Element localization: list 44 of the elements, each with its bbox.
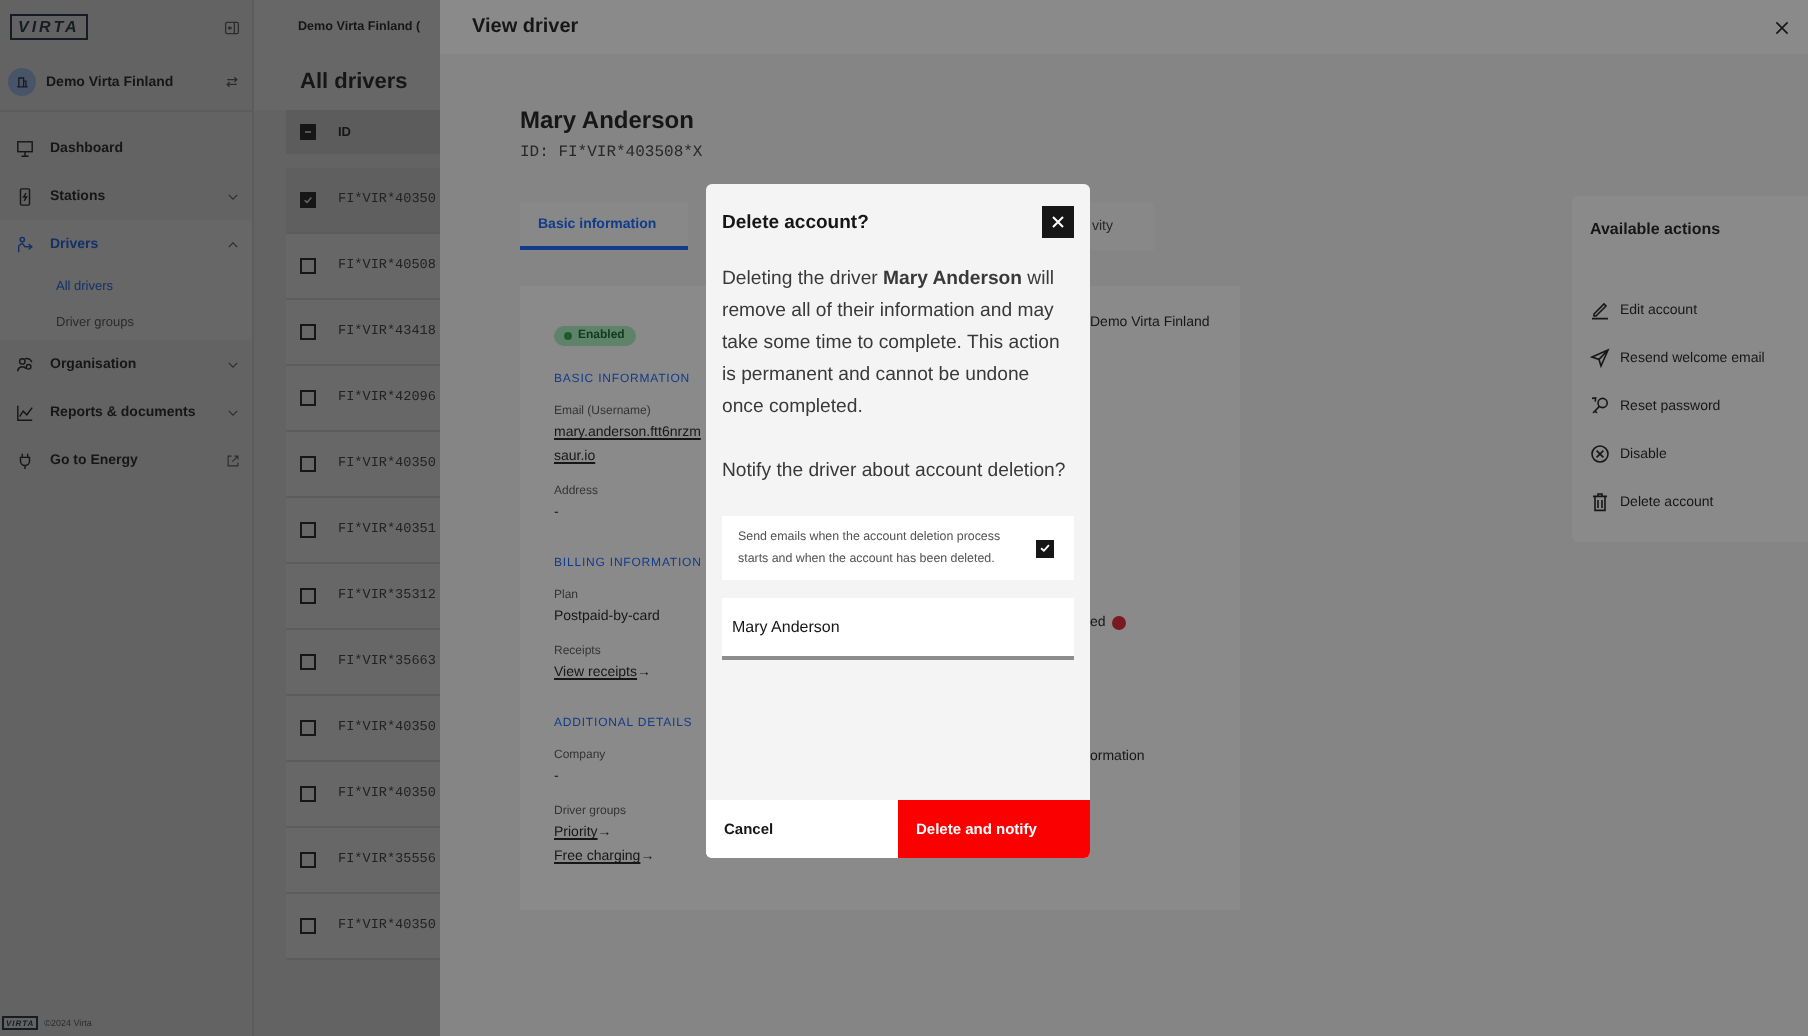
input-field[interactable]: Mary Anderson [722,598,1074,660]
checkbox[interactable] [300,192,316,208]
checkbox[interactable] [300,324,316,340]
page-title: All drivers [254,54,440,110]
checkbox[interactable] [300,124,316,140]
driver-name: Mary Anderson [520,104,696,136]
person-icon [16,235,34,253]
checkbox[interactable] [300,918,316,934]
checkbox[interactable] [300,786,316,802]
people-icon [16,355,34,373]
panel-title: Available actions [1590,220,1723,238]
plug-icon [16,451,34,469]
dialog-message: Deleting the driver Mary Anderson will remove all of their information and may take some time to complete. This action is permanent and cannot be undone once completed. [722,266,1062,422]
checkbox[interactable] [300,456,316,472]
check-icon [1038,540,1052,556]
send-icon [1590,348,1610,368]
checkbox[interactable] [300,390,316,406]
checkbox[interactable] [300,258,316,274]
checkbox[interactable] [1036,539,1054,557]
key-icon [1590,396,1610,416]
trash-icon [1590,492,1610,512]
external-link-icon [226,453,240,467]
drawer-title: View driver [472,16,579,38]
close-circle-icon [1590,444,1610,464]
checkbox[interactable] [300,588,316,604]
checkbox[interactable] [300,522,316,538]
dialog-title: Delete account? [722,211,869,233]
close-icon [1048,212,1068,232]
chart-icon [16,403,34,421]
collapse-icon[interactable] [224,19,240,35]
monitor-icon [16,139,34,157]
checkbox[interactable] [300,720,316,736]
driver-id: ID: FI*VIR*403508*X [520,142,705,166]
pencil-icon [1590,300,1610,320]
charger-icon [16,187,34,205]
dialog-question: Notify the driver about account deletion? [722,458,1068,486]
logo[interactable]: VIRTA [10,14,88,40]
check-icon [302,192,314,208]
checkbox[interactable] [300,852,316,868]
building-avatar [8,68,36,96]
close-button[interactable] [1042,206,1074,238]
switch-icon[interactable] [224,74,240,90]
close-icon[interactable] [1774,19,1790,35]
checkbox[interactable] [300,654,316,670]
